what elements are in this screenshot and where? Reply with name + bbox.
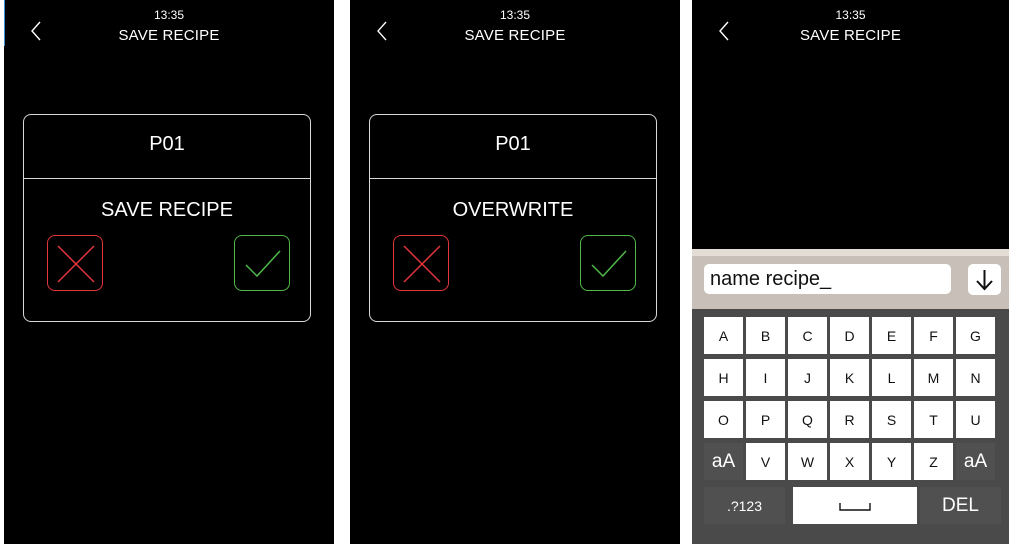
key-w[interactable]: W — [788, 443, 827, 480]
key-d[interactable]: D — [830, 317, 869, 354]
key-c[interactable]: C — [788, 317, 827, 354]
close-icon — [57, 245, 95, 283]
keyboard-input-bar: name recipe_ — [692, 249, 1009, 309]
key-y[interactable]: Y — [872, 443, 911, 480]
confirm-dialog: P01 SAVE RECIPE — [23, 114, 311, 322]
arrow-down-icon — [976, 270, 993, 291]
recipe-code: P01 — [495, 133, 531, 155]
check-icon — [591, 250, 627, 278]
status-time: 13:35 — [835, 8, 866, 22]
key-h[interactable]: H — [704, 359, 743, 396]
on-screen-keyboard: name recipe_ A B C D E F G H I J K L M N O P Q R S T UaA V W X Y… — [692, 249, 1009, 544]
key-l[interactable]: L — [872, 359, 911, 396]
confirm-button[interactable] — [580, 235, 636, 291]
key-r[interactable]: R — [830, 401, 869, 438]
page-title: SAVE RECIPE — [118, 27, 220, 44]
dialog-divider — [24, 178, 310, 179]
key-z[interactable]: Z — [914, 443, 953, 480]
key-j[interactable]: J — [788, 359, 827, 396]
save-recipe-screen: 13:35 SAVE RECIPE P01 SAVE RECIPE — [4, 0, 334, 544]
space-icon — [839, 502, 871, 511]
close-icon — [403, 245, 441, 283]
dialog-divider — [370, 178, 656, 179]
key-v[interactable]: V — [746, 443, 785, 480]
recipe-code: P01 — [149, 133, 185, 155]
key-x[interactable]: X — [830, 443, 869, 480]
key-i[interactable]: I — [746, 359, 785, 396]
key-p[interactable]: P — [746, 401, 785, 438]
cancel-button[interactable] — [393, 235, 449, 291]
key-k[interactable]: K — [830, 359, 869, 396]
check-icon — [245, 250, 281, 278]
enter-button[interactable] — [968, 264, 1001, 295]
key-t[interactable]: T — [914, 401, 953, 438]
dialog-message: SAVE RECIPE — [101, 199, 233, 221]
cancel-button[interactable] — [47, 235, 103, 291]
case-toggle-key[interactable]: aA — [704, 443, 743, 480]
dialog-message: OVERWRITE — [452, 199, 574, 221]
recipe-name-input[interactable]: name recipe_ — [704, 264, 951, 294]
overwrite-recipe-screen: 13:35 SAVE RECIPE P01 OVERWRITE — [350, 0, 680, 544]
key-a[interactable]: A — [704, 317, 743, 354]
key-s[interactable]: S — [872, 401, 911, 438]
key-o[interactable]: O — [704, 401, 743, 438]
symbols-key[interactable]: .?123 — [704, 487, 785, 524]
page-title: SAVE RECIPE — [464, 27, 566, 44]
confirm-dialog: P01 OVERWRITE — [369, 114, 657, 322]
case-toggle-key[interactable]: aA — [956, 443, 995, 480]
key-g[interactable]: G — [956, 317, 995, 354]
key-q[interactable]: Q — [788, 401, 827, 438]
key-u[interactable]: U — [956, 401, 995, 438]
space-key[interactable] — [793, 487, 917, 524]
delete-key[interactable]: DEL — [920, 487, 1001, 524]
status-time: 13:35 — [153, 8, 185, 22]
confirm-button[interactable] — [234, 235, 290, 291]
recipe-name-screen: 13:35 SAVE RECIPE name recipe_ ABCDEFG HI… — [692, 0, 1009, 544]
page-title: SAVE RECIPE — [799, 27, 902, 44]
key-m[interactable]: M — [914, 359, 953, 396]
key-e[interactable]: E — [872, 317, 911, 354]
key-n[interactable]: N — [956, 359, 995, 396]
key-b[interactable]: B — [746, 317, 785, 354]
key-f[interactable]: F — [914, 317, 953, 354]
status-time: 13:35 — [499, 8, 531, 22]
